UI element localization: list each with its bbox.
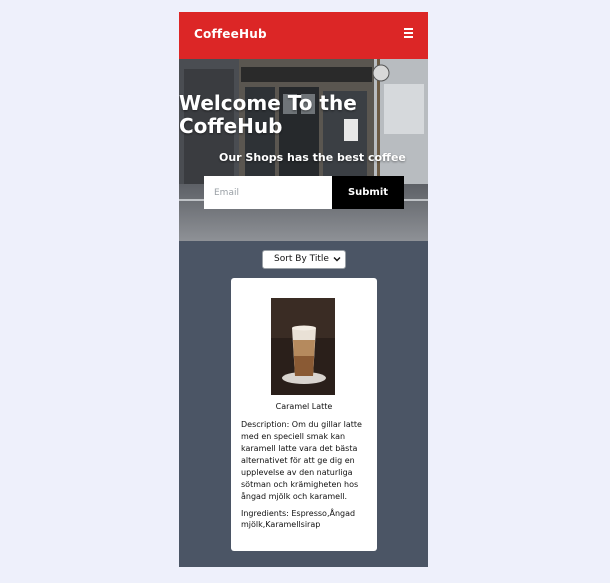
hamburger-icon[interactable]	[404, 28, 414, 39]
hero-title: Welcome To the CoffeHub	[179, 91, 357, 138]
submit-button[interactable]: Submit	[332, 176, 404, 209]
hero-section: Welcome To the CoffeHub Our Shops has th…	[179, 59, 428, 241]
product-card[interactable]: Caramel Latte Description: Om du gillar …	[231, 278, 377, 551]
brand-logo[interactable]: CoffeeHub	[194, 27, 267, 41]
product-description: Description: Om du gillar latte med en s…	[241, 420, 362, 501]
email-input[interactable]	[204, 176, 332, 209]
sort-selected-value: Sort By Title	[274, 254, 329, 264]
product-title: Caramel Latte	[275, 402, 333, 411]
product-ingredients: Ingredients: Espresso,Ångad mjölk,Karame…	[241, 509, 356, 529]
navbar: CoffeeHub	[179, 12, 428, 59]
product-image	[271, 298, 335, 395]
hero-subtitle: Our Shops has the best coffee	[219, 151, 406, 164]
app-frame: CoffeeHub Welcome To the CoffeHub Our Sh…	[179, 12, 428, 567]
sort-select[interactable]: Sort By Title	[262, 250, 346, 269]
chevron-down-icon	[333, 257, 341, 262]
hero-background-image	[179, 59, 428, 241]
